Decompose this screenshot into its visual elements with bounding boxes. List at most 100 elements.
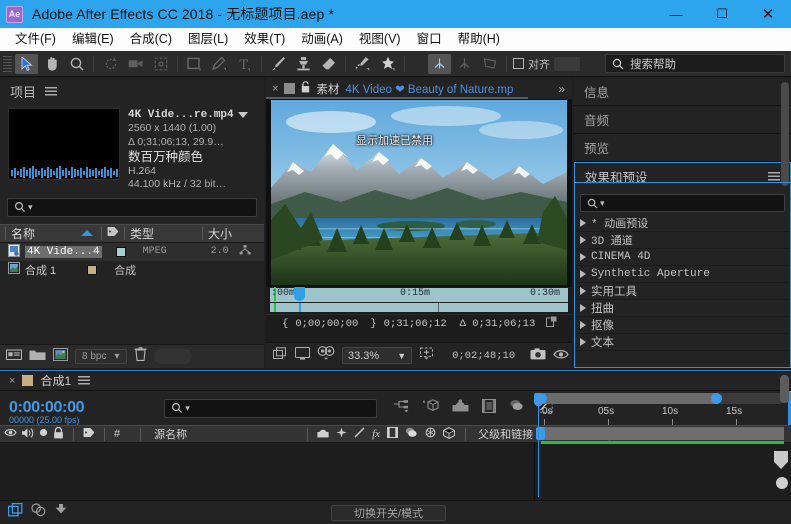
draft-3d-icon[interactable] xyxy=(422,398,439,418)
effect-group-text[interactable]: 文本 xyxy=(574,334,791,351)
col-divider-4[interactable] xyxy=(202,226,204,240)
effect-group-3d-channel[interactable]: 3D 通道 xyxy=(574,232,791,249)
toggle-switches-modes-icon[interactable] xyxy=(7,502,23,522)
snapping-checkbox[interactable] xyxy=(513,58,524,69)
timeline-layer-list[interactable] xyxy=(0,443,535,501)
viewer-time-ruler[interactable]: :00m 0:15m 0:30m xyxy=(266,287,572,303)
viewer-current-time[interactable]: 0;02;48;10 xyxy=(452,350,515,362)
switch-frame-blend-icon[interactable] xyxy=(387,427,399,441)
new-folder-bin-icon[interactable] xyxy=(6,348,22,366)
table-row[interactable]: 合成 1 合成 xyxy=(0,261,264,279)
shape-tool[interactable] xyxy=(183,54,206,74)
column-size[interactable]: 大小 xyxy=(208,225,232,242)
motion-blur-icon[interactable] xyxy=(509,399,525,417)
out-point-icon[interactable]: } xyxy=(370,318,376,330)
chevron-right-icon[interactable] xyxy=(580,253,586,261)
delete-icon[interactable] xyxy=(134,347,147,366)
new-folder-icon[interactable] xyxy=(29,348,46,366)
snapping-extra-icon[interactable] xyxy=(554,56,580,71)
zoom-level-select[interactable]: 33.3% ▼ xyxy=(342,347,413,364)
hand-tool[interactable] xyxy=(40,54,63,74)
project-tab-label[interactable]: 项目 xyxy=(10,82,36,101)
col-divider-5[interactable] xyxy=(465,427,467,441)
col-divider-2[interactable] xyxy=(101,226,103,240)
timeline-track-area[interactable] xyxy=(536,443,791,501)
camera-tool[interactable] xyxy=(124,54,147,74)
sort-ascending-icon[interactable] xyxy=(81,230,94,237)
roto-brush-tool[interactable] xyxy=(351,54,374,74)
close-icon[interactable]: × xyxy=(272,83,278,95)
chevron-right-icon[interactable] xyxy=(580,270,586,278)
in-point-icon[interactable]: { xyxy=(282,318,288,330)
viewer-work-area[interactable] xyxy=(266,303,572,314)
selection-tool[interactable] xyxy=(15,53,38,74)
column-name[interactable]: 名称 xyxy=(11,225,35,242)
text-tool[interactable]: T xyxy=(233,54,256,74)
effect-group-distort[interactable]: 扭曲 xyxy=(574,300,791,317)
chevron-right-icon[interactable] xyxy=(580,236,586,244)
menu-file[interactable]: 文件(F) xyxy=(7,28,64,51)
tab-effects-and-presets[interactable]: 效果和预设 xyxy=(574,162,791,190)
timeline-playhead-handle[interactable] xyxy=(534,393,543,406)
timeline-vertical-scrollbar[interactable] xyxy=(780,375,789,403)
viewer-in-point[interactable]: 0;00;00;00 xyxy=(295,318,358,330)
menu-effect[interactable]: 效果(T) xyxy=(236,28,293,51)
menu-view[interactable]: 视图(V) xyxy=(351,28,409,51)
always-preview-icon[interactable] xyxy=(273,346,288,365)
timeline-right-handle[interactable] xyxy=(774,451,788,469)
project-panel-menu-icon[interactable] xyxy=(45,86,58,96)
enable-frame-blending-icon[interactable] xyxy=(482,398,497,418)
toggle-switches-modes-button[interactable]: 切换开关/模式 xyxy=(331,504,447,521)
row-label-swatch[interactable] xyxy=(115,246,126,257)
world-axis-mode-icon[interactable] xyxy=(453,54,476,74)
viewer-playhead[interactable] xyxy=(294,287,305,301)
view-axis-mode-icon[interactable] xyxy=(478,54,501,74)
menu-composition[interactable]: 合成(C) xyxy=(122,28,180,51)
switch-adjustment-icon[interactable] xyxy=(425,427,436,441)
table-row[interactable]: 4K Vide...4 MPEG 2.0 xyxy=(0,242,264,261)
timeline-ruler[interactable]: 0s 05s 10s 15s xyxy=(536,405,791,426)
clone-stamp-tool[interactable] xyxy=(292,54,315,74)
effect-group-utilities[interactable]: 实用工具 xyxy=(574,283,791,300)
minimize-button[interactable]: — xyxy=(653,0,699,28)
col-divider[interactable] xyxy=(73,427,74,441)
search-dropdown-icon[interactable]: ▾ xyxy=(28,202,33,213)
overlay-edit-icon[interactable] xyxy=(546,316,557,331)
timeline-search-input[interactable]: ▾ xyxy=(164,398,378,418)
project-search-input[interactable]: ▾ xyxy=(7,197,257,217)
monitor-icon[interactable] xyxy=(295,346,310,365)
effect-group-keying[interactable]: 抠像 xyxy=(574,317,791,334)
video-preview-area[interactable]: 显示加速已禁用 xyxy=(266,100,572,287)
chevron-right-icon[interactable] xyxy=(580,304,586,312)
effect-group-animation-presets[interactable]: * 动画预设 xyxy=(574,215,791,232)
chevron-right-icon[interactable] xyxy=(580,321,586,329)
maximize-button[interactable]: ☐ xyxy=(699,0,745,28)
panel-resize-pill[interactable] xyxy=(153,349,192,364)
chevron-down-icon[interactable] xyxy=(237,112,248,119)
new-composition-icon[interactable] xyxy=(53,347,68,366)
viewer-tab-filename[interactable]: 4K Video ❤ Beauty of Nature.mp xyxy=(345,82,513,96)
video-toggle-icon[interactable] xyxy=(4,427,17,441)
switch-motion-blur-icon[interactable] xyxy=(405,427,418,441)
row-label-swatch[interactable] xyxy=(87,264,98,275)
live-update-icon[interactable] xyxy=(393,399,409,418)
column-parent-link[interactable]: 父级和链接 xyxy=(478,426,533,442)
effect-group-cinema-4d[interactable]: CINEMA 4D xyxy=(574,249,791,266)
zoom-tool[interactable] xyxy=(65,54,88,74)
close-icon[interactable]: × xyxy=(9,375,15,387)
viewer-out-point[interactable]: 0;31;06;12 xyxy=(384,318,447,330)
switch-quality-icon[interactable] xyxy=(354,427,365,441)
timeline-tab-label[interactable]: 合成1 xyxy=(40,372,71,389)
effects-panel-menu-icon[interactable] xyxy=(768,172,780,181)
column-index[interactable]: # xyxy=(114,428,120,440)
effect-group-synthetic-aperture[interactable]: Synthetic Aperture xyxy=(574,266,791,283)
comp-flowchart-icon[interactable] xyxy=(31,503,46,522)
lock-toggle-icon[interactable] xyxy=(53,426,64,442)
right-panel-scrollbar[interactable] xyxy=(781,82,789,186)
timeline-work-area-bar[interactable] xyxy=(541,427,784,440)
col-divider[interactable] xyxy=(5,226,6,240)
timeline-zoom-range[interactable] xyxy=(539,393,719,404)
tab-preview[interactable]: 预览 xyxy=(574,134,791,162)
menu-layer[interactable]: 图层(L) xyxy=(180,28,236,51)
timeline-panel-menu-icon[interactable] xyxy=(78,376,91,385)
